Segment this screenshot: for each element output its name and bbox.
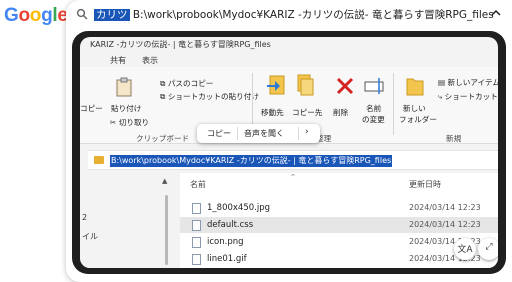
new-item-icon: ▤ [438,78,448,87]
delete-icon [336,77,354,95]
logo-letter: G [4,5,19,26]
window-title: KARIZ -カリツの伝説- | 竜と暮らす冒険RPG_files [90,40,271,49]
new-folder-icon [406,78,424,96]
ribbon-separator [393,73,394,135]
google-logo[interactable]: Google [4,5,68,27]
popup-more-button[interactable]: › [305,127,309,137]
group-label-new: 新規 [446,134,462,143]
chevron-up-icon[interactable] [490,7,502,19]
column-header-modified[interactable]: 更新日時 [409,179,441,190]
file-row-selected[interactable]: default.css 2024/03/14 12:23 [180,217,498,233]
column-header-name[interactable]: 名前 [190,179,206,190]
copy-to-button[interactable]: コピー先 [292,107,322,118]
new-folder-button-line2[interactable]: フォルダー [399,114,437,125]
search-query[interactable]: カリツ B:\work\probook\Mydoc¥KARIZ -カリツの伝説-… [94,7,494,22]
group-label-clipboard: クリップボード [136,134,190,143]
text-selection-popup: コピー 音声を聞く › [197,124,320,143]
clipboard-icon [116,77,132,97]
copy-path-icon: ⧉ [160,79,168,88]
tab-view[interactable]: 表示 [142,55,158,66]
paste-shortcut-icon: ⧉ [160,92,168,101]
image-frame: KARIZ -カリツの伝説- | 竜と暮らす冒険RPG_files 共有 表示 … [72,31,506,274]
rename-icon [364,78,384,94]
delete-button[interactable]: 削除 [333,107,348,118]
shortcut-button[interactable]: ⤷ ショートカット ▾ [438,91,498,102]
move-to-button[interactable]: 移動先 [261,107,284,118]
scroll-up-icon[interactable]: ▲ [162,177,167,185]
copy-to-icon [297,74,314,96]
rename-button[interactable]: 名前 [366,103,381,114]
explorer-screenshot: KARIZ -カリツの伝説- | 竜と暮らす冒険RPG_files 共有 表示 … [80,37,498,268]
copy-button[interactable]: コピー [80,103,103,114]
shortcut-icon: ⤷ [438,92,445,101]
rename-button-line2[interactable]: の変更 [362,114,385,125]
file-row[interactable]: 1_800x450.jpg 2024/03/14 12:23 [180,200,498,216]
copy-path-button[interactable]: ⧉ パスのコピー [160,78,213,89]
move-to-icon [267,75,285,95]
file-row[interactable]: line01.gif 2024/03/14 12:23 [180,251,498,267]
address-path[interactable]: B:\work\probook\Mydoc¥KARIZ -カリツの伝説- | 竜… [110,155,393,167]
new-folder-button[interactable]: 新しい [403,103,426,114]
popup-read-aloud-button[interactable]: 音声を聞く [244,128,284,139]
file-date: 2024/03/14 12:23 [409,220,481,229]
popup-divider [298,127,299,140]
image-file-icon [192,203,201,214]
page: Google カリツ B:\work\probook\Mydoc¥KARIZ -… [0,0,512,282]
file-name: line01.gif [207,254,247,264]
address-bar[interactable]: B:\work\probook\Mydoc¥KARIZ -カリツの伝説- | 竜… [88,150,498,170]
file-date: 2024/03/14 12:23 [409,203,481,212]
translate-icon: 文A [457,245,473,255]
file-name: icon.png [207,237,244,247]
folder-icon [94,156,104,164]
query-highlight: カリツ [94,9,130,21]
new-item-label: 新しいアイテム [447,78,498,87]
popup-copy-button[interactable]: コピー [207,128,231,139]
nav-item[interactable]: 2 [82,213,87,222]
nav-item[interactable]: イル [82,231,98,242]
image-file-icon [192,254,201,265]
logo-letter: o [18,5,30,26]
scissors-icon: ✂ [110,118,119,127]
file-row[interactable]: icon.png 2024/03/14 12:23 [180,234,498,250]
popup-divider [237,127,238,140]
new-item-button[interactable]: ▤ 新しいアイテム [438,77,498,88]
paste-shortcut-label: ショートカットの貼り付け [167,92,259,101]
logo-letter: g [41,5,53,26]
paste-shortcut-button[interactable]: ⧉ ショートカットの貼り付け [160,91,259,102]
cut-button[interactable]: ✂ 切り取り [110,117,149,128]
cut-label: 切り取り [118,118,150,127]
file-list: ⌃ 名前 更新日時 1_800x450.jpg 2024/03/14 12:23… [180,173,498,268]
sort-ascending-icon: ⌃ [290,173,296,181]
fullscreen-button[interactable]: ⤢ [478,238,498,260]
paste-button[interactable]: 貼り付け [111,103,141,114]
search-icon[interactable] [76,8,88,20]
logo-letter: o [29,5,42,26]
scrollbar-thumb[interactable] [165,195,168,265]
query-text: B:\work\probook\Mydoc¥KARIZ -カリツの伝説- 竜と暮… [129,9,494,21]
tab-share[interactable]: 共有 [110,55,126,66]
file-name: default.css [207,220,254,230]
navigation-pane: 2 イル [80,173,172,268]
translate-button[interactable]: 文A [454,238,476,260]
image-file-icon [192,237,201,248]
css-file-icon [192,220,201,231]
copy-path-label: パスのコピー [167,79,214,88]
expand-icon: ⤢ [485,242,493,252]
file-name: 1_800x450.jpg [207,203,270,213]
ribbon-tabs: 共有 表示 [80,51,498,67]
search-query-row[interactable]: カリツ B:\work\probook\Mydoc¥KARIZ -カリツの伝説-… [66,0,512,28]
nav-scrollbar[interactable]: ▲ [162,173,172,268]
shortcut-label: ショートカット [444,92,498,101]
